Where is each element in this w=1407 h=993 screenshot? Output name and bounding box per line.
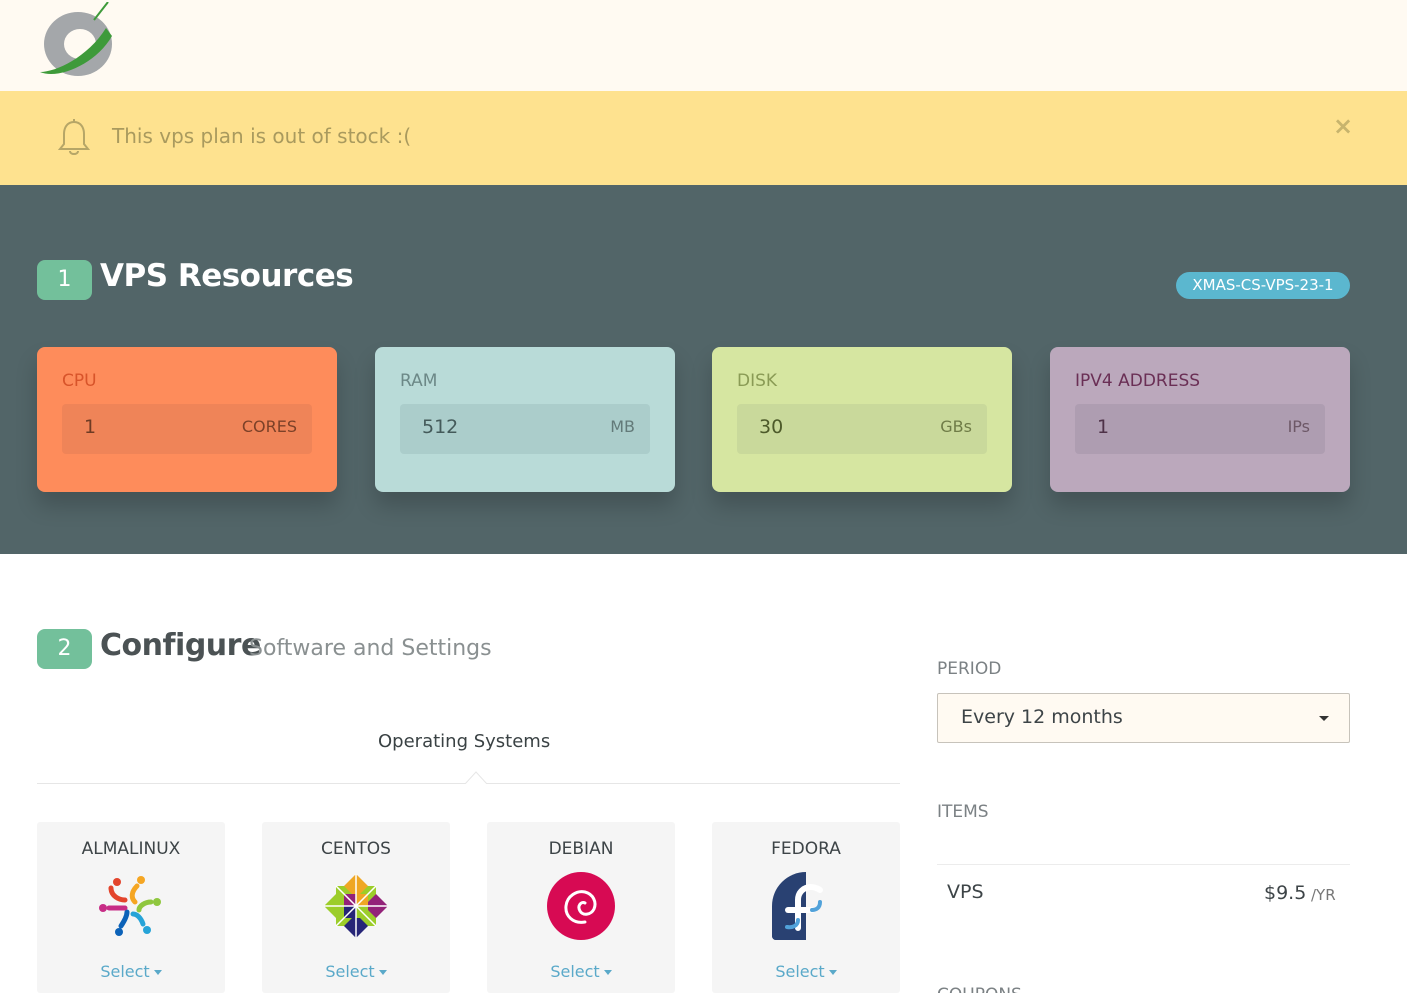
order-item-period: /YR xyxy=(1311,886,1336,904)
tab-operating-systems[interactable]: Operating Systems xyxy=(378,731,550,752)
debian-icon xyxy=(547,872,615,940)
items-divider xyxy=(937,864,1350,865)
resource-unit: GBs xyxy=(940,417,972,436)
chevron-down-icon xyxy=(378,970,387,975)
os-card-debian[interactable]: DEBIAN Select xyxy=(487,822,675,993)
resource-unit: IPs xyxy=(1287,417,1310,436)
os-name: ALMALINUX xyxy=(81,839,181,859)
period-value: Every 12 months xyxy=(961,706,1123,728)
select-os-button[interactable]: Select xyxy=(37,962,225,981)
close-icon[interactable]: × xyxy=(1330,113,1356,139)
fedora-icon xyxy=(772,872,840,940)
select-label: Select xyxy=(775,962,825,981)
resource-label: IPV4 ADDRESS xyxy=(1075,371,1201,391)
order-item-name: VPS xyxy=(947,881,984,903)
resource-value: 1 xyxy=(84,416,97,438)
resource-label: CPU xyxy=(62,371,97,391)
section-title: Configure xyxy=(100,628,261,663)
almalinux-icon xyxy=(99,876,161,936)
resource-field: 512 MB xyxy=(400,404,650,454)
bell-icon xyxy=(57,119,91,155)
items-label: ITEMS xyxy=(937,802,989,822)
step-badge: 1 xyxy=(37,260,92,300)
active-tab-caret-icon xyxy=(465,771,487,784)
os-name: FEDORA xyxy=(771,839,841,859)
resource-card-ipv4: IPV4 ADDRESS 1 IPs xyxy=(1050,347,1350,492)
select-label: Select xyxy=(325,962,375,981)
chevron-down-icon xyxy=(1319,716,1329,721)
resource-card-ram: RAM 512 MB xyxy=(375,347,675,492)
resource-card-cpu: CPU 1 CORES xyxy=(37,347,337,492)
os-name: CENTOS xyxy=(321,839,391,859)
resource-field: 30 GBs xyxy=(737,404,987,454)
centos-icon xyxy=(324,874,388,938)
select-label: Select xyxy=(550,962,600,981)
os-card-almalinux[interactable]: ALMALINUX Select xyxy=(37,822,225,993)
resource-unit: MB xyxy=(610,417,635,436)
period-select[interactable]: Every 12 months xyxy=(937,693,1350,743)
resource-label: DISK xyxy=(737,371,778,391)
vps-resources-section: 1 VPS Resources XMAS-CS-VPS-23-1 CPU 1 C… xyxy=(0,185,1407,554)
resource-card-disk: DISK 30 GBs xyxy=(712,347,1012,492)
step-badge: 2 xyxy=(37,629,92,669)
resource-value: 512 xyxy=(422,416,459,438)
section-subtitle: Software and Settings xyxy=(249,636,492,661)
resource-label: RAM xyxy=(400,371,438,391)
os-card-centos[interactable]: CENTOS Select xyxy=(262,822,450,993)
resource-value: 1 xyxy=(1097,416,1110,438)
select-os-button[interactable]: Select xyxy=(712,962,900,981)
chevron-down-icon xyxy=(603,970,612,975)
plan-code-badge: XMAS-CS-VPS-23-1 xyxy=(1176,272,1350,299)
top-header xyxy=(0,0,1407,91)
resource-value: 30 xyxy=(759,416,784,438)
select-os-button[interactable]: Select xyxy=(487,962,675,981)
coupons-label: COUPONS xyxy=(937,985,1022,993)
period-label: PERIOD xyxy=(937,659,1002,679)
alert-message: This vps plan is out of stock :( xyxy=(112,124,412,148)
resource-field: 1 IPs xyxy=(1075,404,1325,454)
chevron-down-icon xyxy=(828,970,837,975)
os-name: DEBIAN xyxy=(548,839,614,859)
chevron-down-icon xyxy=(153,970,162,975)
brand-logo[interactable] xyxy=(36,2,118,80)
resource-field: 1 CORES xyxy=(62,404,312,454)
resource-unit: CORES xyxy=(241,417,297,436)
select-label: Select xyxy=(100,962,150,981)
select-os-button[interactable]: Select xyxy=(262,962,450,981)
order-item-price: $9.5 xyxy=(1264,882,1307,904)
os-card-fedora[interactable]: FEDORA Select xyxy=(712,822,900,993)
section-title: VPS Resources xyxy=(100,258,354,294)
out-of-stock-alert: This vps plan is out of stock :( × xyxy=(0,91,1407,185)
